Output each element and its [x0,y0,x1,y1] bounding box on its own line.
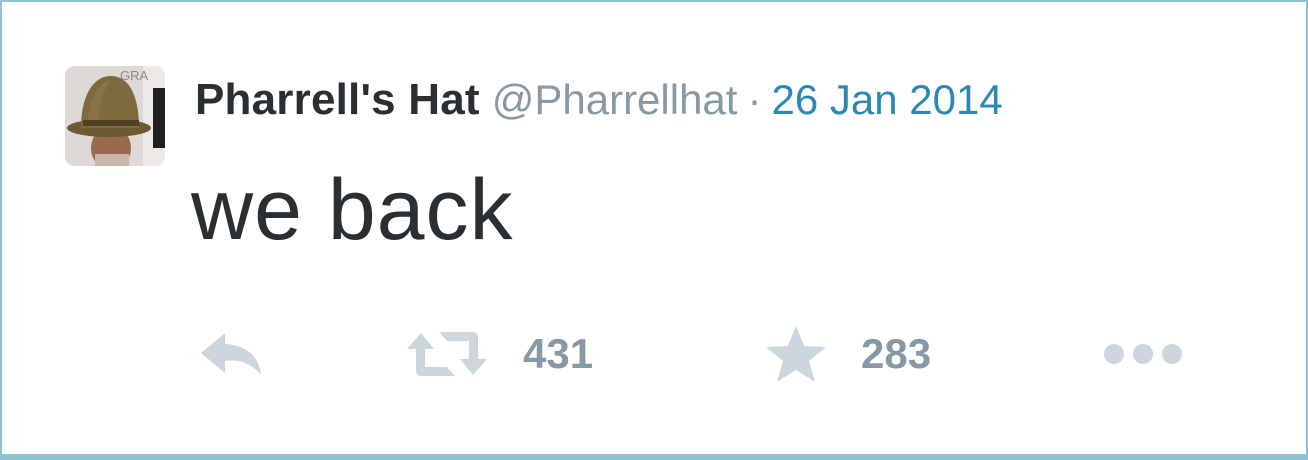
avatar[interactable]: GRA [65,66,165,166]
separator-dot: · [747,76,762,123]
user-handle[interactable]: @Pharrellhat [492,76,738,123]
tweet-text: we back [191,162,514,258]
retweet-button[interactable]: 431 [405,324,593,384]
favorite-button[interactable]: 283 [765,324,931,384]
tweet-card: GRA Pharrell's Hat @Pharrellhat · 26 Jan 20… [0,0,1308,460]
retweet-count: 431 [523,330,594,377]
timestamp-link[interactable]: 26 Jan 2014 [771,76,1002,123]
tweet-header: Pharrell's Hat @Pharrellhat · 26 Jan 2014 [195,72,1003,128]
reply-icon [201,333,261,375]
avatar-image: GRA [65,66,165,166]
retweet-icon [407,332,487,376]
more-dots-icon [1104,344,1182,364]
reply-button[interactable] [199,324,265,384]
display-name[interactable]: Pharrell's Hat [195,75,480,124]
more-options-button[interactable] [1103,324,1183,384]
star-icon [766,326,826,382]
favorite-count: 283 [861,330,932,377]
